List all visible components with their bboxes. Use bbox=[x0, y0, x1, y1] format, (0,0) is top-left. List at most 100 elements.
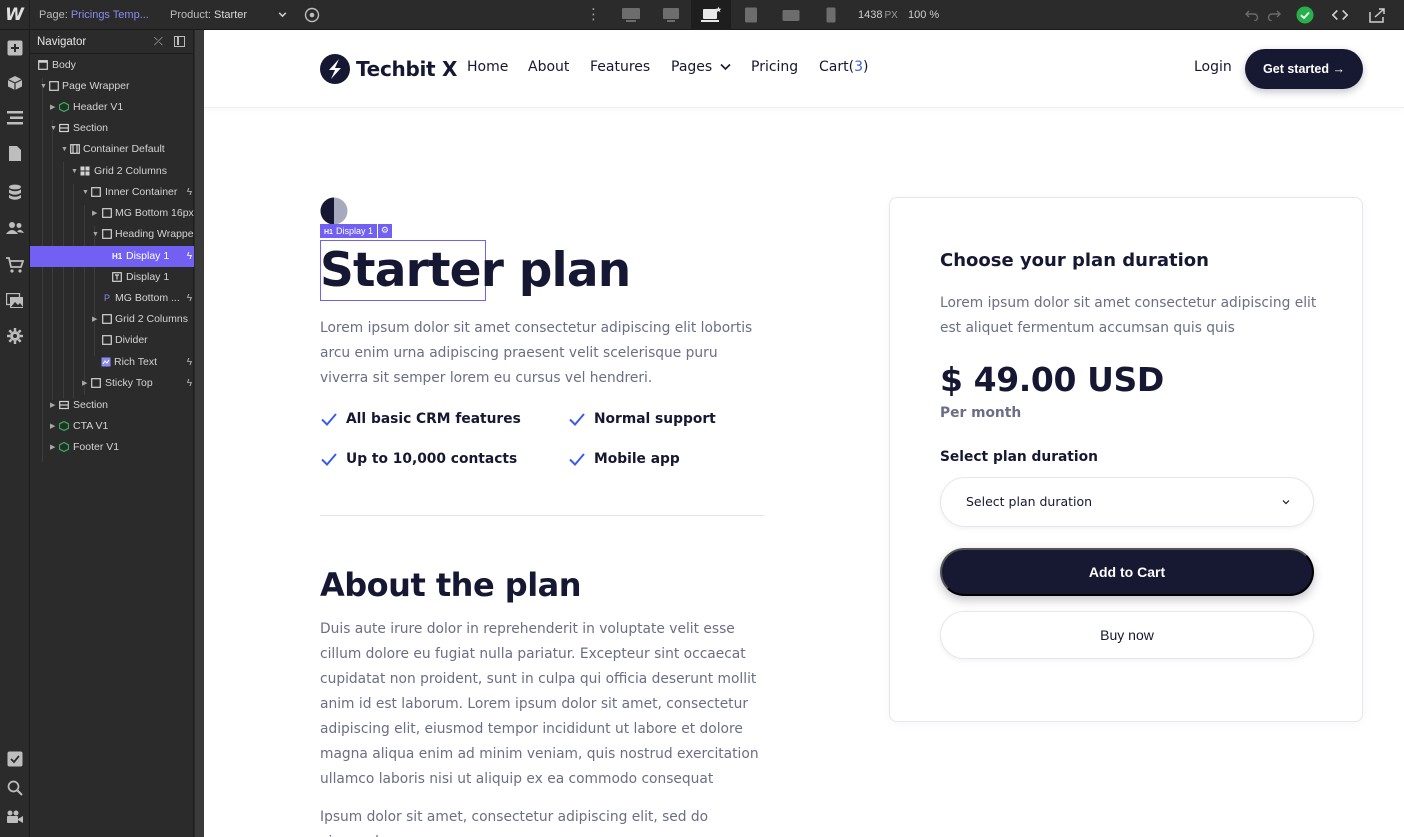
heading-icon: H1 bbox=[324, 229, 333, 236]
cms-database-icon[interactable] bbox=[5, 182, 25, 202]
publish-status-check-icon[interactable] bbox=[1296, 6, 1314, 24]
ecommerce-cart-icon[interactable] bbox=[5, 255, 25, 275]
preview-eye-icon[interactable] bbox=[304, 7, 320, 23]
dock-panel-icon[interactable] bbox=[174, 36, 185, 47]
nav-pages-dropdown[interactable]: Pages bbox=[671, 59, 731, 75]
tree-item-header-v1[interactable]: ▶ Header V1 bbox=[30, 97, 194, 118]
caret-right-icon[interactable]: ▶ bbox=[92, 309, 100, 330]
caret-down-icon[interactable]: ▼ bbox=[50, 118, 58, 139]
brand-logo[interactable]: Techbit X bbox=[320, 54, 457, 84]
element-selection-tag[interactable]: H1 Display 1 ⚙ bbox=[320, 224, 392, 238]
tablet-icon[interactable] bbox=[731, 0, 771, 30]
title-word-starter: Starter bbox=[320, 243, 504, 298]
chevron-down-icon bbox=[1282, 500, 1290, 505]
tree-item-footer-v1[interactable]: ▶ Footer V1 bbox=[30, 437, 194, 458]
caret-down-icon[interactable]: ▼ bbox=[61, 139, 69, 160]
caret-down-icon[interactable]: ▼ bbox=[71, 161, 79, 182]
grid-icon bbox=[80, 166, 90, 176]
navigator-icon[interactable] bbox=[5, 108, 25, 128]
tree-item-section[interactable]: ▼ Section bbox=[30, 118, 194, 139]
tree-item-mg-bottom-paragraph[interactable]: P MG Bottom ... ϟ bbox=[30, 288, 194, 309]
tree-item-label: Footer V1 bbox=[73, 441, 120, 453]
buy-now-button[interactable]: Buy now bbox=[940, 611, 1314, 659]
zoom-readout[interactable]: 100 % bbox=[908, 0, 939, 30]
feature-label: Up to 10,000 contacts bbox=[346, 451, 518, 467]
tree-item-grid-2-columns[interactable]: ▼ Grid 2 Columns bbox=[30, 161, 194, 182]
feature-label: Mobile app bbox=[594, 451, 680, 467]
desktop-large-icon[interactable] bbox=[611, 0, 651, 30]
video-tutorials-icon[interactable] bbox=[5, 807, 25, 827]
product-selector[interactable]: Product: Starter bbox=[170, 0, 247, 30]
webflow-logo-icon[interactable]: W bbox=[0, 0, 30, 30]
assets-images-icon[interactable] bbox=[5, 291, 25, 311]
plan-duration-label: Select plan duration bbox=[940, 449, 1098, 465]
page-title[interactable]: Starter plan bbox=[320, 243, 631, 299]
tree-item-display-1-text[interactable]: Display 1 bbox=[30, 267, 194, 288]
tree-item-section-2[interactable]: ▶ Section bbox=[30, 395, 194, 416]
tree-item-page-wrapper[interactable]: ▼ Page Wrapper bbox=[30, 76, 194, 97]
caret-right-icon[interactable]: ▶ bbox=[50, 437, 58, 458]
tree-item-sticky-top[interactable]: ▶ Sticky Top ϟ bbox=[30, 373, 194, 394]
collapse-all-icon[interactable]: ⤫ bbox=[154, 30, 163, 54]
tree-item-container-default[interactable]: ▼ Container Default bbox=[30, 139, 194, 160]
tree-item-body[interactable]: Body bbox=[30, 55, 194, 76]
caret-right-icon[interactable]: ▶ bbox=[82, 373, 90, 394]
more-options-icon[interactable]: ⋮ bbox=[586, 7, 601, 23]
tablet-landscape-icon[interactable] bbox=[771, 0, 811, 30]
login-link[interactable]: Login bbox=[1194, 59, 1232, 75]
plan-duration-select[interactable]: Select plan duration bbox=[940, 477, 1314, 527]
tree-item-mg-bottom-16px[interactable]: ▶ MG Bottom 16px bbox=[30, 203, 194, 224]
canvas-width-readout[interactable]: 1438 PX bbox=[858, 0, 898, 31]
tree-item-heading-wrapper[interactable]: ▼ Heading Wrapper bbox=[30, 224, 194, 245]
chevron-down-icon[interactable] bbox=[277, 9, 288, 20]
caret-right-icon[interactable]: ▶ bbox=[92, 203, 100, 224]
pages-icon[interactable] bbox=[5, 143, 25, 163]
tree-item-cta-v1[interactable]: ▶ CTA V1 bbox=[30, 416, 194, 437]
undo-icon[interactable] bbox=[1243, 6, 1261, 24]
users-icon[interactable] bbox=[5, 218, 25, 238]
price-period: Per month bbox=[940, 405, 1022, 421]
caret-down-icon[interactable]: ▼ bbox=[92, 224, 100, 245]
rich-text-icon bbox=[101, 357, 111, 367]
share-export-icon[interactable] bbox=[1368, 6, 1386, 24]
nav-about-link[interactable]: About bbox=[528, 59, 569, 75]
nav-pricing-link[interactable]: Pricing bbox=[751, 59, 798, 75]
interaction-bolt-icon[interactable]: ϟ bbox=[187, 246, 192, 267]
laptop-base-icon[interactable] bbox=[691, 0, 731, 30]
nav-features-link[interactable]: Features bbox=[590, 59, 650, 75]
caret-down-icon[interactable]: ▼ bbox=[82, 182, 90, 203]
caret-right-icon[interactable]: ▶ bbox=[50, 395, 58, 416]
desktop-icon[interactable] bbox=[651, 0, 691, 30]
tree-item-grid-2-columns-inner[interactable]: ▶ Grid 2 Columns bbox=[30, 309, 194, 330]
tree-item-divider[interactable]: Divider bbox=[30, 330, 194, 351]
nav-cart-link[interactable]: Cart(3) bbox=[819, 59, 868, 75]
add-panel-icon[interactable] bbox=[5, 38, 25, 58]
tree-item-rich-text[interactable]: Rich Text ϟ bbox=[30, 352, 194, 373]
components-icon[interactable] bbox=[5, 73, 25, 93]
tree-item-display-1-selected[interactable]: H1 Display 1 ϟ bbox=[30, 246, 194, 267]
nav-home-link[interactable]: Home bbox=[467, 59, 508, 75]
settings-gear-icon[interactable] bbox=[5, 326, 25, 346]
page-selector[interactable]: Page: Pricings Temp... bbox=[39, 0, 149, 30]
feature-item: Normal support bbox=[568, 410, 716, 428]
interaction-bolt-icon: ϟ bbox=[186, 187, 192, 198]
check-icon bbox=[569, 413, 585, 426]
phone-icon[interactable] bbox=[811, 0, 851, 30]
section-icon bbox=[59, 123, 69, 133]
tasks-checklist-icon[interactable] bbox=[5, 749, 25, 769]
tree-item-inner-container[interactable]: ▼ Inner Container ϟ bbox=[30, 182, 194, 203]
search-icon[interactable] bbox=[5, 778, 25, 798]
caret-right-icon[interactable]: ▶ bbox=[50, 416, 58, 437]
code-export-icon[interactable] bbox=[1331, 6, 1349, 24]
design-canvas[interactable]: Techbit X Home About Features Pages Pric… bbox=[204, 30, 1404, 837]
caret-right-icon[interactable]: ▶ bbox=[50, 97, 58, 118]
get-started-button[interactable]: Get started → bbox=[1245, 49, 1363, 89]
caret-down-icon[interactable]: ▼ bbox=[40, 76, 48, 97]
section-icon bbox=[59, 400, 69, 410]
tree-item-label: Section bbox=[73, 122, 109, 134]
redo-icon[interactable] bbox=[1265, 6, 1283, 24]
element-settings-gear-icon[interactable]: ⚙ bbox=[377, 224, 392, 238]
add-to-cart-button[interactable]: Add to Cart bbox=[940, 548, 1314, 596]
box-icon bbox=[102, 335, 112, 345]
plan-purchase-card: Choose your plan duration Lorem ipsum do… bbox=[889, 197, 1363, 722]
